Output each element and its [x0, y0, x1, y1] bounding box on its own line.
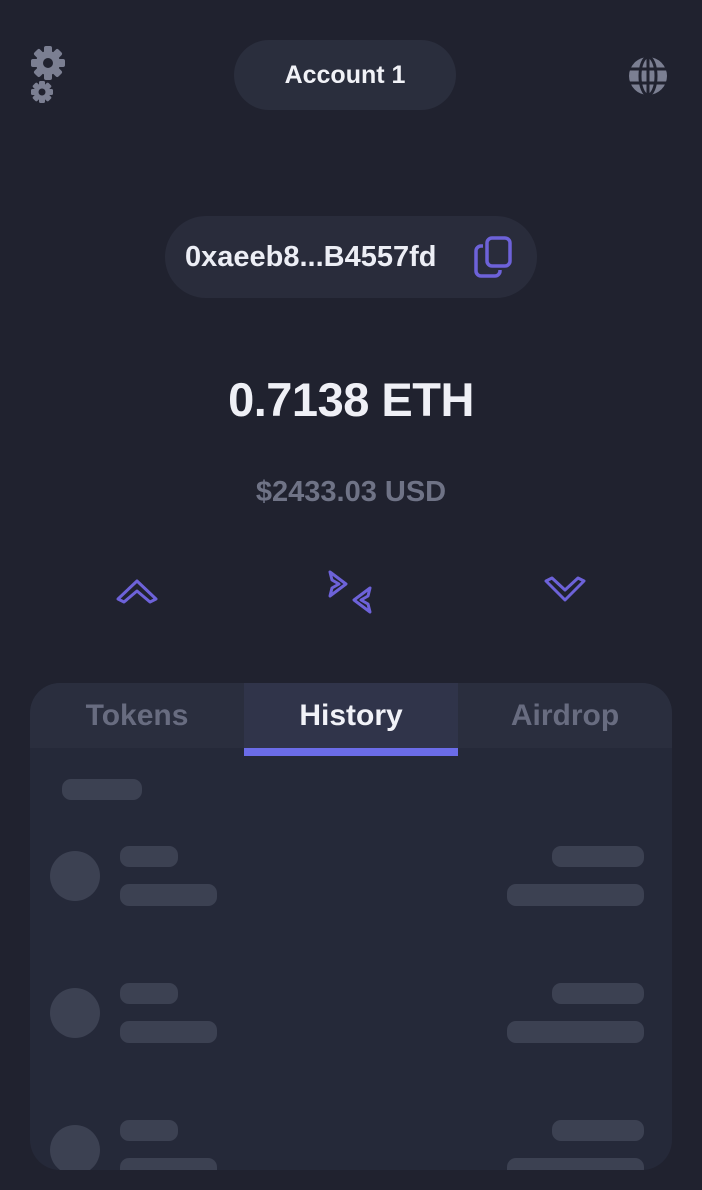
- network-button[interactable]: [624, 52, 672, 100]
- skeleton-line: [120, 1158, 217, 1170]
- skeleton-date-header: [62, 779, 142, 800]
- skeleton-avatar: [50, 1125, 100, 1170]
- tab-bar: Tokens History Airdrop: [30, 683, 672, 748]
- tab-airdrop[interactable]: Airdrop: [458, 683, 672, 748]
- skeleton-line: [507, 884, 644, 906]
- wallet-address: 0xaeeb8...B4557fd: [185, 240, 437, 273]
- swap-button[interactable]: [318, 560, 382, 624]
- tab-tokens[interactable]: Tokens: [30, 683, 244, 748]
- skeleton-avatar: [50, 988, 100, 1038]
- eth-balance: 0.7138 ETH: [228, 373, 474, 426]
- swap-arrows-icon: [328, 570, 372, 614]
- skeleton-line: [552, 1120, 644, 1141]
- skeleton-line: [120, 884, 217, 906]
- tab-history[interactable]: History: [244, 683, 458, 748]
- skeleton-avatar: [50, 851, 100, 901]
- skeleton-line: [120, 1021, 217, 1043]
- address-pill[interactable]: 0xaeeb8...B4557fd: [165, 216, 537, 298]
- settings-button[interactable]: [22, 42, 78, 108]
- account-name: Account 1: [284, 60, 406, 89]
- send-button[interactable]: [105, 560, 169, 624]
- account-selector[interactable]: Account 1: [234, 40, 456, 110]
- gear-icon: [31, 46, 65, 103]
- receive-button[interactable]: [533, 560, 597, 624]
- tab-label: Airdrop: [510, 698, 620, 732]
- skeleton-line: [552, 983, 644, 1004]
- skeleton-line: [552, 846, 644, 867]
- chevron-up-icon: [116, 579, 158, 604]
- skeleton-line: [507, 1158, 644, 1170]
- activity-card: Tokens History Airdrop: [30, 683, 672, 1170]
- skeleton-line: [120, 846, 178, 867]
- skeleton-line: [507, 1021, 644, 1043]
- skeleton-line: [120, 983, 178, 1004]
- fiat-balance: $2433.03 USD: [255, 476, 447, 508]
- chevron-down-icon: [544, 576, 586, 602]
- tab-label: Tokens: [85, 698, 189, 732]
- tab-label: History: [299, 698, 403, 732]
- copy-icon[interactable]: [473, 235, 515, 279]
- skeleton-line: [120, 1120, 178, 1141]
- globe-icon: [629, 55, 667, 97]
- active-tab-indicator: [244, 748, 458, 756]
